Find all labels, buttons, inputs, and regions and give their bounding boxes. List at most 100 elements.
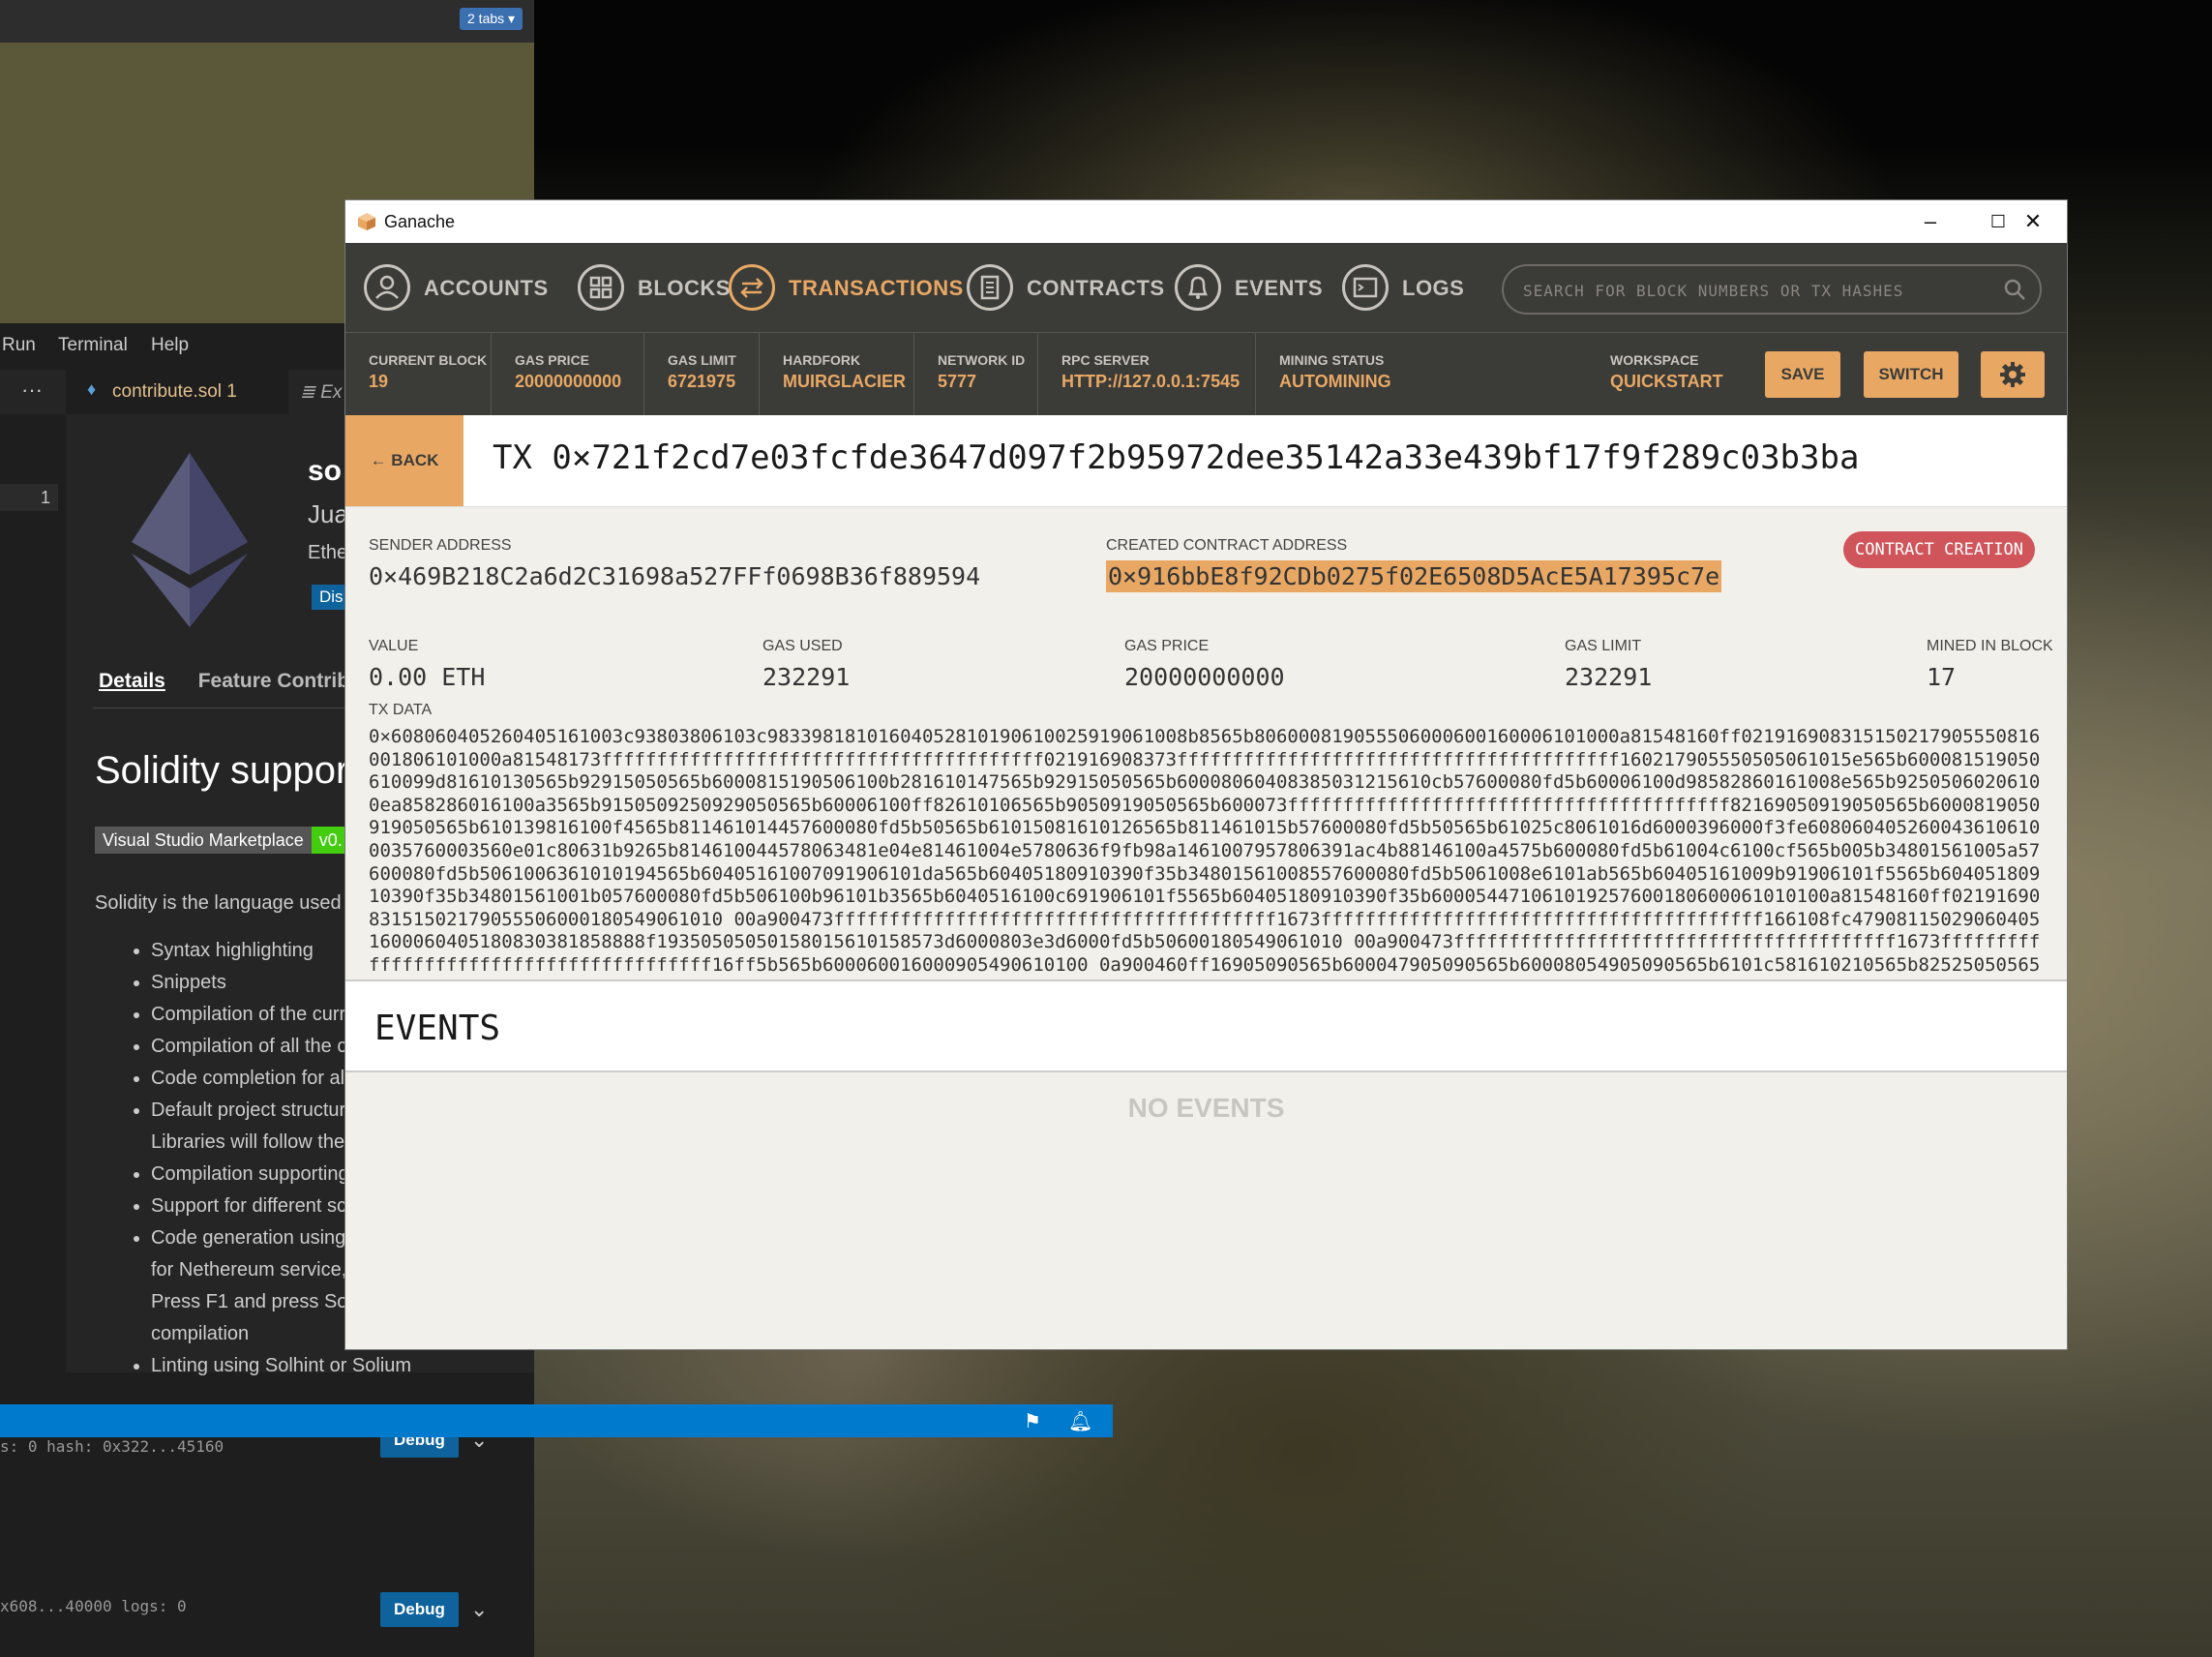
stat-label: GAS LIMIT	[668, 352, 736, 368]
network-status-bar: CURRENT BLOCK 19 GAS PRICE 20000000000 GAS…	[345, 332, 2067, 416]
ganache-app-icon	[358, 213, 375, 230]
menu-terminal[interactable]: Terminal	[58, 335, 128, 356]
list-item: Linting using Solhint or Solium	[151, 1350, 411, 1382]
created-contract-address-value[interactable]: 0×916bbE8f92CDb0275f02E6508D5AcE5A17395c…	[1106, 560, 1722, 592]
marketplace-badge-version: v0.	[311, 827, 350, 854]
stat-label: CURRENT BLOCK	[369, 352, 488, 368]
search-box	[1502, 264, 2042, 315]
stat-value: 6721975	[668, 372, 736, 391]
stat-network-id: NETWORK ID 5777	[938, 352, 1025, 392]
chevron-down-icon[interactable]: ⌄	[470, 1597, 488, 1622]
stat-workspace: WORKSPACE QUICKSTART	[1610, 352, 1723, 392]
gas-used-field: GAS USED 232291	[762, 638, 850, 691]
main-nav: ACCOUNTS BLOCKS TRANSACTIONS CONTRACTS E…	[345, 243, 2067, 332]
gear-icon	[2000, 362, 2025, 387]
field-label: GAS USED	[762, 638, 843, 654]
nav-label: LOGS	[1402, 276, 1465, 300]
tab-label: contribute.sol 1	[112, 381, 237, 402]
terminal-line: s: 0 hash: 0x322...45160	[0, 1437, 224, 1456]
tabs-dropdown-badge[interactable]: 2 tabs ▾	[460, 8, 523, 30]
search-icon[interactable]	[2003, 278, 2026, 301]
tx-data-label: TX DATA	[369, 702, 433, 718]
stat-value: 20000000000	[515, 372, 622, 391]
stat-rpc-server: RPC SERVER HTTP://127.0.0.1:7545	[1061, 352, 1240, 392]
back-button[interactable]: ← BACK	[345, 415, 463, 506]
nav-label: TRANSACTIONS	[789, 276, 964, 300]
stat-current-block: CURRENT BLOCK 19	[369, 352, 487, 392]
feedback-icon[interactable]: ⚑	[1024, 1409, 1041, 1433]
tx-hash-title: TX 0×721f2cd7e03fcfde3647d097f2b95972dee…	[493, 438, 1860, 477]
gas-limit-field: GAS LIMIT 232291	[1565, 638, 1652, 691]
divider	[1037, 333, 1038, 416]
tab-extension[interactable]: ≣ Ex	[300, 381, 342, 404]
editor-gutter	[0, 414, 66, 1372]
divider	[491, 333, 492, 416]
no-events-message: NO EVENTS	[1127, 1093, 1285, 1123]
terminal-panel: s: 0 hash: 0x322...45160 Debug ⌄ x608...…	[0, 1423, 534, 1657]
ide-status-bar: ⚑ 🔔︎	[0, 1404, 1113, 1437]
stat-hardfork: HARDFORK MUIRGLACIER	[783, 352, 906, 392]
transactions-icon	[729, 264, 775, 311]
stat-label: MINING STATUS	[1279, 352, 1385, 368]
stat-label: WORKSPACE	[1610, 352, 1699, 368]
ethereum-logo-icon	[132, 453, 248, 627]
more-actions-icon[interactable]: ···	[21, 377, 43, 403]
field-label: GAS PRICE	[1124, 638, 1210, 654]
nav-label: ACCOUNTS	[424, 276, 549, 300]
extension-nav: Details Feature Contrib	[99, 670, 349, 693]
contract-creation-badge: CONTRACT CREATION	[1843, 531, 2035, 568]
stat-label: NETWORK ID	[938, 352, 1026, 368]
stat-value: 5777	[938, 372, 977, 391]
tab-feature-contributions[interactable]: Feature Contrib	[198, 670, 349, 692]
switch-workspace-button[interactable]: SWITCH	[1864, 351, 1958, 398]
tx-header: ← BACK TX 0×721f2cd7e03fcfde3647d097f2b9…	[345, 415, 2067, 507]
blocks-icon	[578, 264, 624, 311]
field-label: CREATED CONTRACT ADDRESS	[1106, 537, 1348, 554]
settings-button[interactable]	[1981, 351, 2045, 398]
value-field: VALUE 0.00 ETH	[369, 638, 485, 691]
mined-in-block-field: MINED IN BLOCK 17	[1927, 638, 2053, 691]
marketplace-badge-label: Visual Studio Marketplace	[95, 827, 312, 854]
value-value: 0.00 ETH	[369, 663, 486, 691]
ethereum-file-icon: ♦	[87, 379, 97, 399]
gas-limit-value: 232291	[1565, 663, 1653, 691]
stat-gas-limit: GAS LIMIT 6721975	[668, 352, 736, 392]
debug-button[interactable]: Debug	[380, 1592, 459, 1627]
stat-mining-status: MINING STATUS AUTOMINING	[1279, 352, 1391, 392]
created-contract-field: CREATED CONTRACT ADDRESS 0×916bbE8f92CDb…	[1106, 537, 1722, 592]
field-label: VALUE	[369, 638, 419, 654]
search-input[interactable]	[1521, 278, 1989, 303]
stat-value: HTTP://127.0.0.1:7545	[1061, 372, 1241, 391]
tab-details[interactable]: Details	[99, 670, 165, 692]
minimize-button[interactable]: –	[1897, 200, 1964, 243]
contracts-icon	[967, 264, 1013, 311]
marketplace-badge[interactable]: Visual Studio Marketplace v0.	[95, 827, 350, 854]
field-label: GAS LIMIT	[1565, 638, 1642, 654]
extension-description: Ethe	[308, 542, 348, 563]
notification-bell-icon[interactable]: 🔔︎	[1068, 1409, 1092, 1433]
stat-value: MUIRGLACIER	[783, 372, 906, 391]
account-icon	[364, 264, 410, 311]
readme-intro: Solidity is the language used i	[95, 892, 351, 914]
sender-address-value[interactable]: 0×469B218C2a6d2C31698a527FFf0698B36f8895…	[369, 562, 980, 590]
ganache-window: Ganache – ☐ ✕ ACCOUNTS BLOCKS TRANSACTIO…	[345, 200, 2067, 1349]
close-button[interactable]: ✕	[1999, 200, 2067, 243]
menu-run[interactable]: Run	[2, 335, 36, 356]
divider	[759, 333, 760, 416]
terminal-icon	[1342, 264, 1389, 311]
stat-label: GAS PRICE	[515, 352, 590, 368]
preview-icon: ≣	[300, 382, 321, 403]
stat-label: HARDFORK	[783, 352, 861, 368]
window-title: Ganache	[384, 212, 456, 231]
transaction-detail: ← BACK TX 0×721f2cd7e03fcfde3647d097f2b9…	[345, 415, 2067, 1349]
extension-author[interactable]: Jua	[308, 499, 348, 529]
menu-help[interactable]: Help	[151, 335, 189, 356]
stat-gas-price: GAS PRICE 20000000000	[515, 352, 621, 392]
field-label: SENDER ADDRESS	[369, 537, 512, 554]
gas-price-value: 20000000000	[1124, 663, 1285, 691]
tab-contribute-sol[interactable]: ♦ contribute.sol 1	[66, 370, 288, 414]
nav-label: EVENTS	[1235, 276, 1324, 300]
mined-in-block-value[interactable]: 17	[1927, 663, 2053, 691]
divider	[643, 333, 644, 416]
save-button[interactable]: SAVE	[1765, 351, 1840, 398]
